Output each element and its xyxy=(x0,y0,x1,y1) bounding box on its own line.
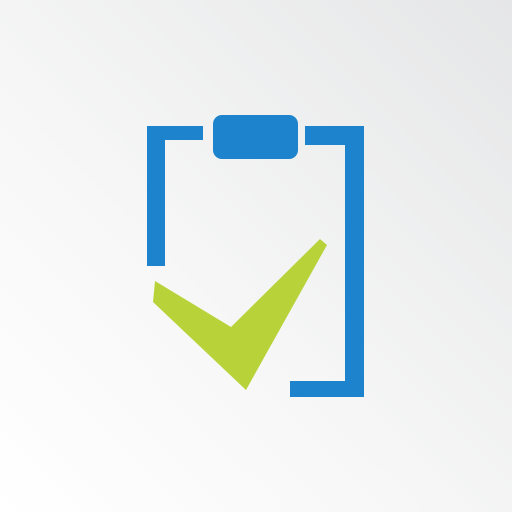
clipboard-left-bracket xyxy=(147,126,203,266)
clipboard-check-icon xyxy=(147,115,364,397)
clipboard-clip-tab xyxy=(213,115,298,159)
checkmark-shape xyxy=(153,239,327,390)
app-icon-tile xyxy=(0,0,512,512)
